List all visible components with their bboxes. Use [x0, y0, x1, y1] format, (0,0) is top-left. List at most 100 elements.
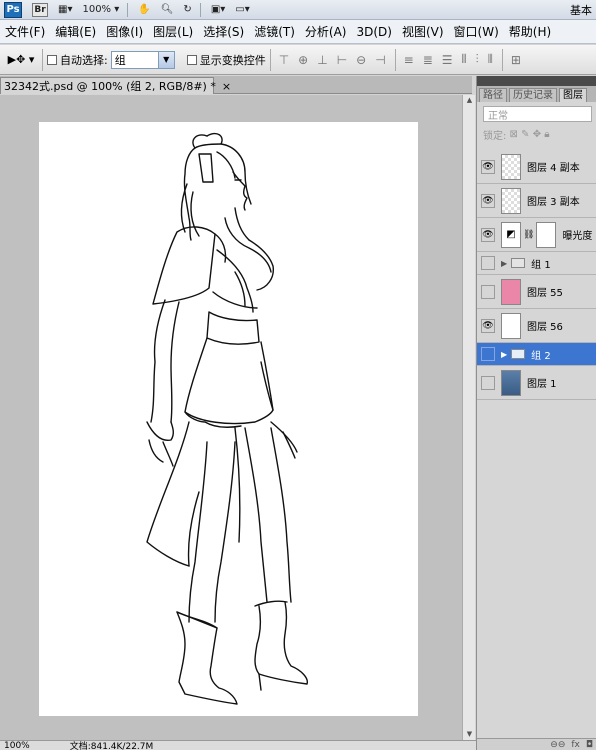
layer-thumbnail: [501, 153, 521, 180]
visibility-toggle[interactable]: [481, 375, 495, 390]
layer-name: 图层 56: [527, 322, 563, 333]
move-tool-preset-button[interactable]: ▶✥ ▾: [4, 48, 38, 72]
status-doc-info[interactable]: 文档:841.4K/22.7M: [70, 741, 154, 750]
align-bottom-icon[interactable]: ⊥: [317, 53, 328, 67]
scroll-down-icon[interactable]: ▼: [464, 729, 475, 740]
distribute-bottom-icon[interactable]: ☰: [442, 53, 454, 67]
eye-icon[interactable]: 👁︎: [481, 318, 495, 333]
lock-brush-icon[interactable]: ✎: [521, 129, 533, 140]
hand-icon: ✋: [138, 4, 151, 15]
vertical-scrollbar[interactable]: ▲ ▼: [462, 95, 475, 740]
layer-row[interactable]: 👁︎ 图层 56: [477, 309, 596, 343]
layer-group-row[interactable]: ▶ 组 1: [477, 252, 596, 275]
visibility-toggle[interactable]: [481, 256, 495, 270]
fx-icon[interactable]: fx: [571, 740, 580, 750]
auto-align-icon[interactable]: ⊞: [511, 53, 522, 67]
link-layers-icon[interactable]: ⊖⊖: [550, 740, 565, 750]
layer-mask-thumbnail[interactable]: [536, 221, 557, 248]
zoom-tool-button[interactable]: 🔍︎: [161, 1, 174, 19]
layer-name: 图层 4 副本: [527, 163, 580, 174]
bridge-button[interactable]: Br: [32, 2, 48, 17]
layer-row[interactable]: 图层 1: [477, 366, 596, 400]
layer-thumbnail: [501, 187, 521, 214]
screen-mode-button[interactable]: ▭▾: [235, 1, 249, 19]
menu-file[interactable]: 文件(F): [0, 23, 50, 40]
layer-name: 图层 3 副本: [527, 197, 580, 208]
link-chain-icon[interactable]: ⛓︎: [523, 230, 534, 240]
layer-row[interactable]: 👁︎ 图层 3 副本: [477, 184, 596, 218]
align-left-icon[interactable]: ⊢: [337, 53, 348, 67]
layer-row[interactable]: 👁︎ ◩ ⛓︎ 曝光度: [477, 218, 596, 252]
divider: [42, 48, 43, 71]
scroll-up-icon[interactable]: ▲: [464, 95, 475, 106]
menu-bar: 文件(F) 编辑(E) 图像(I) 图层(L) 选择(S) 滤镜(T) 分析(A…: [0, 20, 596, 44]
distribute-right-icon[interactable]: ⦀: [488, 52, 494, 67]
arrange-documents-button[interactable]: ▣▾: [211, 1, 225, 19]
expand-triangle-icon[interactable]: ▶: [501, 350, 507, 359]
workspace-switcher[interactable]: 基本: [570, 2, 592, 18]
align-right-icon[interactable]: ⊣: [375, 53, 386, 67]
layer-group-row-selected[interactable]: ▶ 组 2: [477, 343, 596, 366]
visibility-toggle[interactable]: [481, 284, 495, 299]
layer-row[interactable]: 图层 55: [477, 275, 596, 309]
zoom-level-dropdown[interactable]: 100% ▾: [82, 1, 119, 19]
lock-all-icon[interactable]: 🔒︎: [544, 129, 549, 140]
menu-layer[interactable]: 图层(L): [148, 23, 198, 40]
distribute-left-icon[interactable]: ⫴: [462, 52, 468, 67]
align-top-icon[interactable]: ⊤: [279, 53, 290, 67]
auto-select-label: 自动选择:: [60, 53, 108, 67]
menu-window[interactable]: 窗口(W): [449, 23, 504, 40]
divider: [501, 48, 503, 71]
folder-icon: [511, 349, 526, 359]
lock-move-icon[interactable]: ✥: [533, 129, 545, 140]
layer-name: 组 1: [531, 259, 551, 271]
distribute-hcenter-icon[interactable]: ⫶: [476, 52, 480, 67]
align-hcenter-icon[interactable]: ⊖: [356, 53, 367, 67]
menu-image[interactable]: 图像(I): [101, 23, 148, 40]
add-mask-icon[interactable]: ◘: [586, 740, 593, 750]
menu-analysis[interactable]: 分析(A): [300, 23, 352, 40]
close-icon[interactable]: ×: [222, 80, 231, 93]
magnifier-icon: 🔍︎: [160, 4, 174, 15]
lock-label: 锁定:: [483, 130, 507, 142]
auto-select-checkbox[interactable]: 自动选择:: [47, 52, 108, 68]
expand-triangle-icon[interactable]: ▶: [501, 259, 507, 268]
distribute-vcenter-icon[interactable]: ≣: [423, 53, 434, 67]
rotate-view-button[interactable]: ↻: [183, 1, 191, 19]
show-transform-controls-checkbox[interactable]: 显示变换控件: [186, 52, 266, 68]
canvas-workspace[interactable]: [0, 95, 462, 740]
layer-thumbnail: [501, 369, 521, 396]
document-title: 32342式.psd @ 100% (组 2, RGB/8#) *: [4, 80, 216, 93]
blend-mode-select[interactable]: 正常: [483, 106, 592, 122]
layer-thumbnail: [501, 278, 521, 305]
menu-help[interactable]: 帮助(H): [504, 23, 556, 40]
tab-paths[interactable]: 路径: [479, 88, 507, 102]
auto-select-check-box[interactable]: [47, 54, 57, 65]
status-zoom[interactable]: 100%: [4, 741, 30, 750]
lock-transparent-icon[interactable]: ⊠: [506, 129, 521, 140]
document-tab[interactable]: 32342式.psd @ 100% (组 2, RGB/8#) * ×: [0, 77, 231, 94]
eye-icon[interactable]: 👁︎: [481, 193, 495, 208]
show-transform-check-box[interactable]: [186, 54, 197, 65]
divider: [127, 2, 129, 17]
eye-icon[interactable]: 👁︎: [481, 227, 495, 242]
document-canvas[interactable]: [39, 122, 418, 716]
menu-filter[interactable]: 滤镜(T): [249, 23, 300, 40]
tab-history[interactable]: 历史记录: [509, 88, 557, 102]
layer-row[interactable]: 👁︎ 图层 4 副本: [477, 150, 596, 184]
eye-icon[interactable]: 👁︎: [481, 159, 495, 174]
visibility-toggle[interactable]: [481, 347, 495, 361]
align-vcenter-icon[interactable]: ⊕: [298, 53, 309, 67]
tab-layers[interactable]: 图层: [559, 88, 587, 102]
auto-select-target-select[interactable]: 组 ▼: [110, 50, 175, 69]
menu-edit[interactable]: 编辑(E): [50, 23, 101, 40]
view-extras-button[interactable]: ▦▾: [58, 1, 72, 19]
hand-tool-button[interactable]: ✋: [138, 1, 150, 19]
menu-view[interactable]: 视图(V): [397, 23, 449, 40]
menu-3d[interactable]: 3D(D): [351, 25, 396, 39]
menu-select[interactable]: 选择(S): [198, 23, 249, 40]
divider: [199, 2, 201, 17]
divider: [394, 48, 396, 71]
distribute-top-icon[interactable]: ≡: [404, 53, 415, 67]
photoshop-logo: Ps: [4, 1, 22, 18]
